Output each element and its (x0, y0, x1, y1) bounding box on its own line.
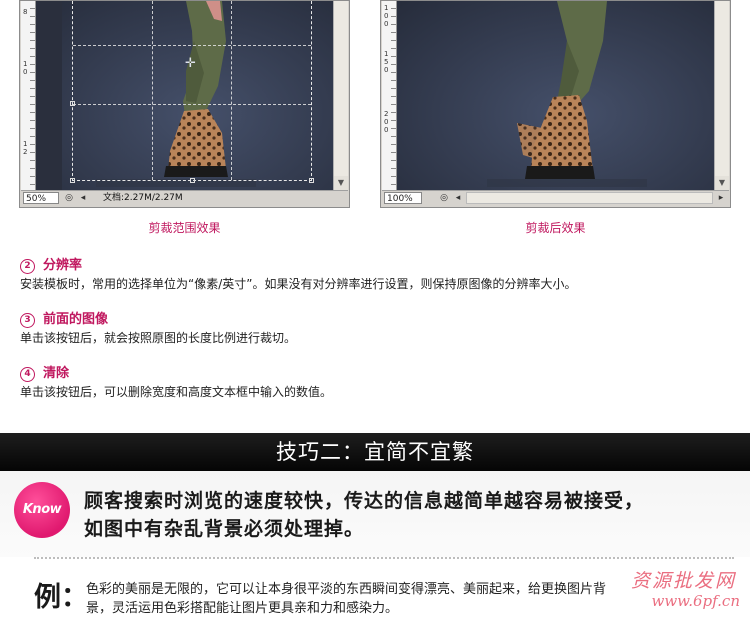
ruler-mark: 0 (23, 68, 28, 76)
left-arrow-icon[interactable]: ◂ (77, 192, 89, 204)
crop-guide (152, 1, 153, 180)
zoom-field[interactable]: 50% (23, 192, 59, 204)
ruler-mark: 8 (23, 8, 28, 16)
tip-banner: 技巧二：宜简不宜繁 (0, 433, 750, 471)
crop-guide (73, 104, 311, 105)
ruler-mark: 1 (23, 60, 28, 68)
section-title-text: 前面的图像 (43, 312, 109, 327)
horizontal-scrollbar[interactable] (466, 192, 713, 204)
example-label: 例： (34, 582, 88, 613)
crop-preview-window: 8 1 0 1 2 ✛ ▼ 50% ◎ ◂ 文档:2.27M/2.27M (19, 0, 350, 208)
section-title-text: 清除 (43, 366, 70, 381)
ruler-mark: 0 (384, 20, 389, 28)
know-text-line: 如图中有杂乱背景必须处理掉。 (84, 518, 365, 540)
ruler-mark: 0 (384, 126, 389, 134)
ruler-mark: 1 (384, 4, 389, 12)
ruler-mark: 1 (384, 50, 389, 58)
left-caption: 剪裁范围效果 (148, 221, 221, 235)
model-photo (487, 1, 647, 187)
vertical-scrollbar[interactable]: ▼ (333, 1, 348, 190)
right-arrow-icon[interactable]: ▸ (715, 192, 727, 204)
document-size: 文档:2.27M/2.27M (103, 193, 183, 203)
ruler-mark: 1 (23, 140, 28, 148)
ruler-mark: 0 (384, 66, 389, 74)
ruler-mark: 0 (384, 118, 389, 126)
crosshair-icon: ✛ (185, 56, 196, 71)
ruler-mark: 0 (384, 12, 389, 20)
watermark-url: www.6pf.cn (651, 592, 741, 610)
section-description: 单击该按钮后，可以删除宽度和高度文本框中输入的数值。 (20, 385, 333, 399)
crop-guide (231, 1, 232, 180)
ruler-mark: 2 (384, 110, 389, 118)
watermark: 资源批发网 (630, 570, 736, 592)
section-description: 单击该按钮后，就会按照原图的长度比例进行裁切。 (20, 331, 297, 345)
dotted-divider (34, 557, 734, 559)
scroll-down-arrow-icon[interactable]: ▼ (715, 176, 729, 190)
status-bar: 100% ◎ ◂ ▸ (382, 190, 729, 206)
number-badge: 4 (20, 367, 35, 382)
crop-handle[interactable] (190, 178, 195, 183)
right-caption: 剪裁后效果 (525, 221, 586, 235)
crop-handle[interactable] (309, 178, 314, 183)
scroll-down-arrow-icon[interactable]: ▼ (334, 176, 348, 190)
section-clear: 4 清除 单击该按钮后，可以删除宽度和高度文本框中输入的数值。 (20, 366, 332, 401)
crop-handle[interactable] (70, 101, 75, 106)
know-text-line: 顾客搜索时浏览的速度较快，传达的信息越简单越容易被接受， (84, 490, 645, 512)
example-text-line: 色彩的美丽是无限的，它可以让本身很平淡的东西瞬间变得漂亮、美丽起来，给更换图片背 (86, 582, 607, 597)
number-badge: 2 (20, 259, 35, 274)
navigator-icon[interactable]: ◎ (438, 192, 450, 204)
left-arrow-icon[interactable]: ◂ (452, 192, 464, 204)
section-resolution: 2 分辨率 安装模板时，常用的选择单位为“像素/英寸”。如果没有对分辨率进行设置，… (20, 258, 576, 293)
image-canvas[interactable]: ✛ (36, 1, 333, 190)
crop-result-window: 1 0 0 1 5 0 2 0 0 ▼ 100% ◎ ◂ ▸ (380, 0, 731, 208)
vertical-ruler: 8 1 0 1 2 (21, 1, 36, 190)
crop-guide (73, 45, 311, 46)
crop-handle[interactable] (70, 178, 75, 183)
image-canvas[interactable] (397, 1, 714, 190)
zoom-field[interactable]: 100% (384, 192, 422, 204)
section-title: 2 分辨率 (20, 258, 576, 274)
vertical-scrollbar[interactable]: ▼ (714, 1, 729, 190)
vertical-ruler: 1 0 0 1 5 0 2 0 0 (382, 1, 397, 190)
number-badge: 3 (20, 313, 35, 328)
section-title: 3 前面的图像 (20, 312, 296, 328)
status-bar: 50% ◎ ◂ 文档:2.27M/2.27M (21, 190, 348, 206)
ruler-mark: 5 (384, 58, 389, 66)
example-text-line: 景，灵活运用色彩搭配能让图片更具亲和力和感染力。 (86, 601, 399, 616)
crop-marquee[interactable]: ✛ (70, 1, 314, 183)
navigator-icon[interactable]: ◎ (63, 192, 75, 204)
ruler-mark: 2 (23, 148, 28, 156)
section-title: 4 清除 (20, 366, 332, 382)
section-front-image: 3 前面的图像 单击该按钮后，就会按照原图的长度比例进行裁切。 (20, 312, 296, 347)
know-badge-icon: Know (14, 482, 70, 538)
section-description: 安装模板时，常用的选择单位为“像素/英寸”。如果没有对分辨率进行设置，则保持原图… (20, 277, 577, 291)
section-title-text: 分辨率 (43, 258, 83, 273)
